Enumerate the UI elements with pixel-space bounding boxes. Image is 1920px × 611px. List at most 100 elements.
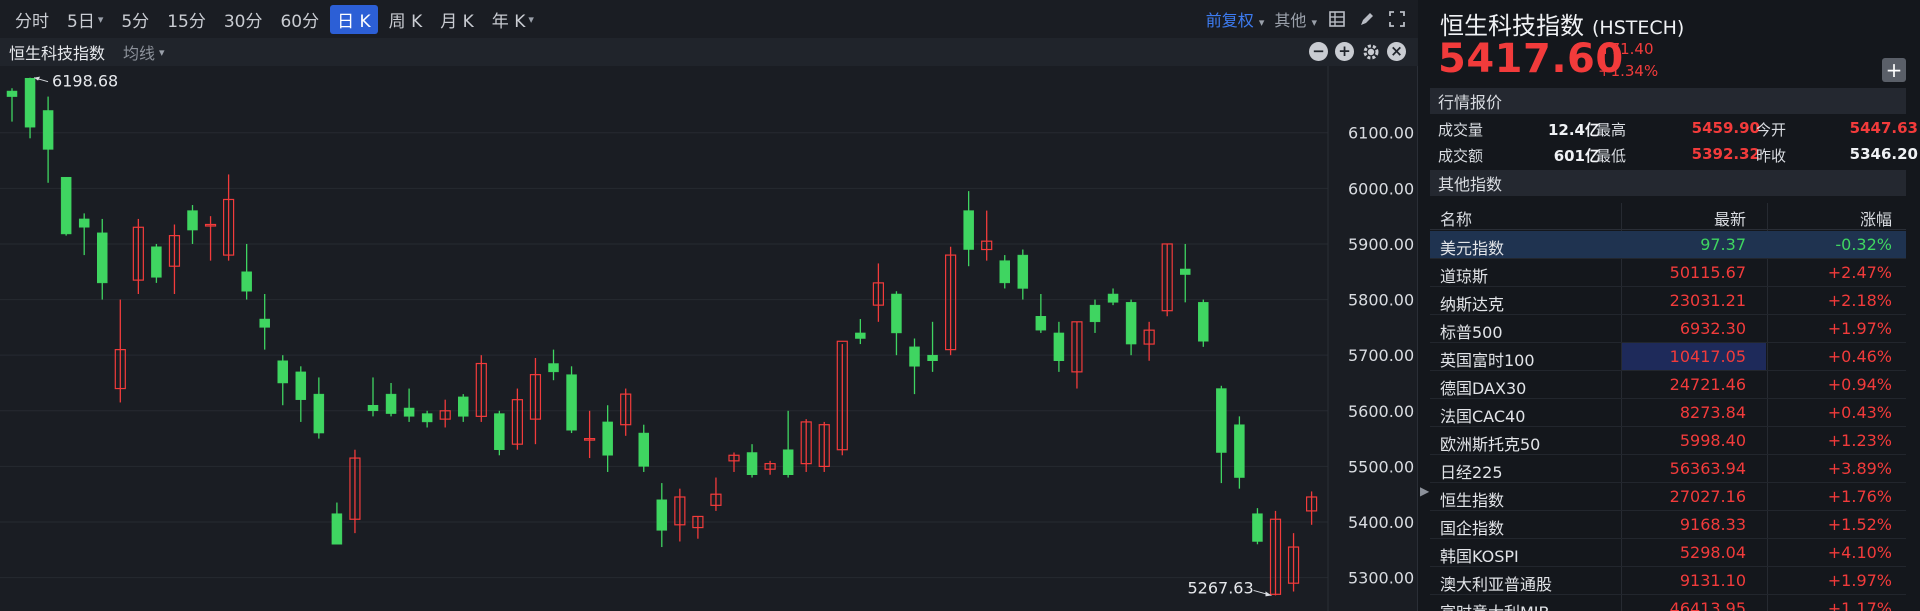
- y-tick-label: 5900.00: [1348, 235, 1414, 254]
- index-change: +1.76%: [1827, 487, 1892, 506]
- chevron-down-icon: ▾: [528, 12, 534, 26]
- stat-value: 5392.32: [1691, 145, 1760, 163]
- candle-body: [1234, 424, 1245, 478]
- y-tick-label: 6100.00: [1348, 124, 1414, 143]
- candle-body: [403, 407, 415, 417]
- y-tick-label: 5300.00: [1348, 569, 1414, 588]
- layout-icon[interactable]: [1327, 9, 1347, 29]
- indices-table-header: 名称 最新 涨幅: [1430, 203, 1906, 230]
- index-row[interactable]: 富时意大利MIB 46413.95 +1.17%: [1430, 595, 1906, 611]
- index-row[interactable]: 澳大利亚普通股 9131.10 +1.97%: [1430, 567, 1906, 595]
- chart-panel: 分时 5日 ▾ 5分 15分 30分 60分日 K 周 K月 K年 K ▾ 前复权 ▾ 其他 ▾…: [0, 0, 1418, 611]
- stat-row: 成交额 601亿 最低 5392.32 昨收 5346.20: [1430, 143, 1918, 167]
- period-tab[interactable]: 5分: [114, 5, 156, 34]
- index-name: 纳斯达克: [1440, 295, 1505, 314]
- draw-icon[interactable]: [1357, 9, 1377, 29]
- period-tab[interactable]: 30分: [217, 5, 270, 34]
- legend-title: 恒生科技指数: [9, 44, 106, 63]
- header-latest: 最新: [1713, 210, 1746, 229]
- index-name: 欧洲斯托克50: [1440, 435, 1541, 454]
- index-row[interactable]: 道琼斯 50115.67 +2.47%: [1430, 259, 1906, 287]
- adjust-dropdown[interactable]: 前复权 ▾: [1206, 7, 1265, 31]
- candle-body: [187, 210, 198, 231]
- index-change: +0.94%: [1827, 375, 1892, 394]
- candle-body: [241, 271, 252, 292]
- stat-label: 今开: [1756, 121, 1787, 139]
- index-latest: 6932.30: [1679, 319, 1746, 338]
- index-latest: 10417.05: [1669, 347, 1746, 366]
- ma-dropdown[interactable]: 均线 ▾: [123, 40, 165, 64]
- zoom-in-icon[interactable]: +: [1335, 42, 1354, 61]
- candle-body: [638, 432, 649, 467]
- zoom-out-icon[interactable]: −: [1309, 42, 1328, 61]
- candle-body: [1198, 302, 1209, 342]
- index-name: 澳大利亚普通股: [1440, 575, 1553, 594]
- candle-body: [1252, 513, 1263, 542]
- period-tab-label: 5分: [121, 11, 150, 32]
- index-row[interactable]: 法国CAC40 8273.84 +0.43%: [1430, 399, 1906, 427]
- candle-body: [1017, 254, 1029, 289]
- period-tab[interactable]: 日 K: [330, 4, 378, 34]
- index-row[interactable]: 欧洲斯托克50 5998.40 +1.23%: [1430, 427, 1906, 455]
- candle-body: [367, 404, 379, 412]
- adjust-label: 前复权: [1205, 11, 1254, 30]
- period-tab-label: 60分: [280, 11, 320, 32]
- add-watchlist-button[interactable]: +: [1882, 58, 1906, 82]
- legend-bar: 恒生科技指数 均线 ▾ − + ×: [0, 38, 1418, 66]
- index-row[interactable]: 纳斯达克 23031.21 +2.18%: [1430, 287, 1906, 315]
- chevron-down-icon: ▾: [1258, 16, 1265, 29]
- index-row[interactable]: 国企指数 9168.33 +1.52%: [1430, 511, 1906, 539]
- candle-body: [1180, 268, 1191, 275]
- period-tab[interactable]: 周 K: [382, 5, 430, 34]
- index-name: 道琼斯: [1440, 267, 1489, 286]
- index-name: 标普500: [1440, 323, 1503, 342]
- index-row[interactable]: 韩国KOSPI 5298.04 +4.10%: [1430, 539, 1906, 567]
- candle-body: [6, 90, 18, 97]
- period-tab[interactable]: 年 K ▾: [485, 5, 541, 34]
- y-tick-label: 6000.00: [1348, 179, 1414, 198]
- index-name: 英国富时100: [1440, 351, 1535, 370]
- candle-body: [999, 260, 1010, 284]
- index-latest: 46413.95: [1669, 599, 1746, 611]
- index-row[interactable]: 德国DAX30 24721.46 +0.94%: [1430, 371, 1906, 399]
- index-name: 法国CAC40: [1440, 407, 1526, 426]
- period-tab[interactable]: 60分: [273, 5, 326, 34]
- candle-body: [656, 499, 668, 531]
- candle-body: [746, 452, 758, 475]
- index-row[interactable]: 英国富时100 10417.05 +0.46%: [1430, 343, 1906, 371]
- period-tab-label: 日 K: [337, 11, 371, 32]
- period-tab[interactable]: 分时: [8, 5, 56, 34]
- period-tab[interactable]: 月 K: [433, 5, 481, 34]
- close-icon[interactable]: ×: [1387, 42, 1406, 61]
- candle-body: [42, 110, 54, 150]
- candle-body: [458, 396, 469, 417]
- candlestick-chart[interactable]: 6100.00 6000.00 5900.00 5800.00 5700.00 5600.…: [0, 66, 1418, 611]
- candle-body: [1107, 293, 1119, 303]
- index-change: +4.10%: [1827, 543, 1892, 562]
- period-tab[interactable]: 15分: [160, 5, 213, 34]
- settings-icon[interactable]: [1361, 42, 1380, 61]
- candle-body: [1125, 302, 1137, 345]
- other-dropdown[interactable]: 其他 ▾: [1274, 7, 1317, 31]
- section-other-indices: 其他指数: [1430, 170, 1906, 196]
- collapse-panel-icon[interactable]: ▶: [1420, 484, 1429, 498]
- index-row[interactable]: 日经225 56363.94 +3.89%: [1430, 455, 1906, 483]
- candle-body: [24, 77, 36, 128]
- period-tab[interactable]: 5日 ▾: [60, 5, 110, 34]
- candle-body: [602, 421, 613, 456]
- index-name: 韩国KOSPI: [1440, 547, 1519, 566]
- index-row[interactable]: 恒生指数 27027.16 +1.76%: [1430, 483, 1906, 511]
- index-latest: 5298.04: [1679, 543, 1746, 562]
- candle-body: [97, 232, 108, 284]
- index-row[interactable]: 美元指数 97.37 -0.32%: [1430, 231, 1906, 259]
- quote-panel: 恒生科技指数 (HSTECH) 5417.60 ⬆71.40 +1.34% + …: [1430, 0, 1920, 611]
- index-latest: 24721.46: [1669, 375, 1746, 394]
- index-row[interactable]: 标普500 6932.30 +1.97%: [1430, 315, 1906, 343]
- index-name: 德国DAX30: [1440, 379, 1527, 398]
- index-latest: 9131.10: [1679, 571, 1746, 590]
- index-name: 日经225: [1440, 463, 1503, 482]
- index-change: +1.17%: [1827, 599, 1892, 611]
- index-change: +1.97%: [1827, 319, 1892, 338]
- fullscreen-icon[interactable]: [1387, 9, 1407, 29]
- ma-label: 均线: [123, 44, 156, 63]
